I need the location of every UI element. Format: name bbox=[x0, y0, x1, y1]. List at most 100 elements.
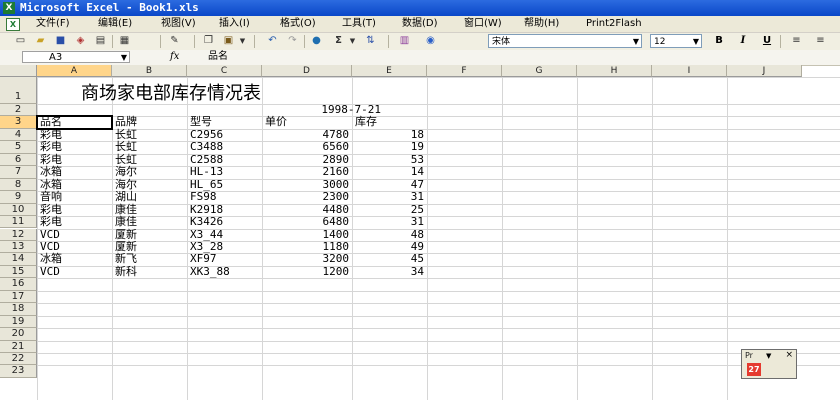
menu-help[interactable]: 帮助(H) bbox=[524, 16, 559, 32]
row-header[interactable]: 9 bbox=[0, 191, 37, 204]
data-cell[interactable]: 19 bbox=[355, 140, 424, 153]
menu-data[interactable]: 数据(D) bbox=[402, 16, 438, 32]
chart-icon[interactable]: ▥ bbox=[398, 35, 411, 47]
row-header[interactable]: 17 bbox=[0, 290, 37, 304]
data-cell[interactable]: VCD bbox=[40, 265, 109, 278]
data-cell[interactable]: HL-13 bbox=[190, 165, 259, 178]
row-header[interactable]: 8 bbox=[0, 178, 37, 192]
row-header[interactable]: 7 bbox=[0, 166, 37, 179]
data-cell[interactable]: 新飞 bbox=[115, 252, 184, 265]
menu-view[interactable]: 视图(V) bbox=[161, 16, 196, 32]
menu-file[interactable]: 文件(F) bbox=[36, 16, 70, 32]
data-cell[interactable]: 音响 bbox=[40, 190, 109, 203]
data-cell[interactable]: 海尔 bbox=[115, 165, 184, 178]
column-header[interactable]: D bbox=[262, 65, 352, 77]
chevron-down-icon[interactable]: ▼ bbox=[633, 35, 639, 49]
font-name-select[interactable]: 宋体 ▼ bbox=[488, 34, 642, 48]
header-cell[interactable]: 品牌 bbox=[115, 115, 184, 128]
workbook-icon[interactable]: X bbox=[6, 18, 20, 31]
data-cell[interactable]: XK3_88 bbox=[190, 265, 259, 278]
chevron-down-icon[interactable]: ▼ bbox=[121, 52, 127, 64]
row-header[interactable]: 11 bbox=[0, 216, 37, 229]
menu-insert[interactable]: 插入(I) bbox=[219, 16, 250, 32]
row-header[interactable]: 6 bbox=[0, 153, 37, 167]
sheet-title[interactable]: 商场家电部库存情况表 bbox=[81, 79, 261, 105]
header-cell[interactable]: 型号 bbox=[190, 115, 259, 128]
italic-button[interactable]: I bbox=[736, 34, 750, 48]
menu-tools[interactable]: 工具(T) bbox=[342, 16, 376, 32]
row-header[interactable]: 15 bbox=[0, 265, 37, 279]
data-cell[interactable]: 3200 bbox=[265, 252, 350, 265]
font-size-select[interactable]: 12 ▼ bbox=[650, 34, 702, 48]
formula-input[interactable]: 品名 bbox=[208, 51, 228, 63]
copy-icon[interactable]: ❐ bbox=[202, 35, 215, 47]
redo-icon[interactable]: ↷ bbox=[286, 35, 299, 47]
permission-icon[interactable]: ◈ bbox=[74, 35, 87, 47]
new-icon[interactable]: ▭ bbox=[14, 35, 27, 47]
row-header[interactable]: 2 bbox=[0, 104, 37, 117]
row-header[interactable]: 3 bbox=[0, 116, 37, 129]
row-header[interactable]: 5 bbox=[0, 141, 37, 154]
column-header[interactable]: I bbox=[652, 65, 727, 77]
align-left-icon[interactable]: ≡ bbox=[790, 35, 803, 47]
row-header[interactable]: 13 bbox=[0, 240, 37, 254]
data-cell[interactable]: 34 bbox=[355, 265, 424, 278]
data-cell[interactable]: 长虹 bbox=[115, 140, 184, 153]
data-cell[interactable]: 6560 bbox=[265, 140, 350, 153]
row-header[interactable]: 14 bbox=[0, 253, 37, 266]
row-header[interactable]: 21 bbox=[0, 340, 37, 353]
chevron-down-icon[interactable]: ▼ bbox=[766, 351, 771, 361]
row-header[interactable]: 16 bbox=[0, 278, 37, 291]
row-header[interactable]: 18 bbox=[0, 303, 37, 316]
data-cell[interactable]: 康佳 bbox=[115, 215, 184, 228]
menu-print2flash[interactable]: Print2Flash bbox=[586, 16, 642, 32]
active-cell-cursor[interactable] bbox=[36, 115, 113, 130]
data-cell[interactable]: 彩电 bbox=[40, 215, 109, 228]
bold-button[interactable]: B bbox=[712, 34, 726, 48]
row-header[interactable]: 22 bbox=[0, 353, 37, 366]
select-all-corner[interactable] bbox=[0, 65, 37, 77]
row-header[interactable]: 12 bbox=[0, 228, 37, 241]
data-cell[interactable]: 1200 bbox=[265, 265, 350, 278]
autosum-icon[interactable]: Σ bbox=[332, 35, 345, 47]
column-header[interactable]: H bbox=[577, 65, 652, 77]
column-header[interactable]: F bbox=[427, 65, 502, 77]
help-icon[interactable]: ◉ bbox=[424, 35, 437, 47]
row-header[interactable]: 10 bbox=[0, 203, 37, 217]
data-cell[interactable]: 6480 bbox=[265, 215, 350, 228]
save-icon[interactable]: ■ bbox=[54, 35, 67, 47]
undo-icon[interactable]: ↶ bbox=[266, 35, 279, 47]
row-header[interactable]: 19 bbox=[0, 315, 37, 329]
data-cell[interactable]: 冰箱 bbox=[40, 252, 109, 265]
chevron-down-icon[interactable]: ▼ bbox=[236, 35, 249, 47]
data-cell[interactable]: K3426 bbox=[190, 215, 259, 228]
data-cell[interactable]: 2160 bbox=[265, 165, 350, 178]
data-cell[interactable]: 45 bbox=[355, 252, 424, 265]
data-cell[interactable]: 14 bbox=[355, 165, 424, 178]
column-header[interactable]: C bbox=[187, 65, 262, 77]
research-icon[interactable]: ✎ bbox=[168, 35, 181, 47]
column-header[interactable]: E bbox=[352, 65, 427, 77]
data-cell[interactable]: 新科 bbox=[115, 265, 184, 278]
cell-area[interactable]: 商场家电部库存情况表 1998-7-21 品名 品牌 型号 单价 库存 彩电 长虹 C2956 47… bbox=[36, 77, 840, 400]
menu-window[interactable]: 窗口(W) bbox=[464, 16, 502, 32]
column-header[interactable]: J bbox=[727, 65, 802, 77]
row-header[interactable]: 4 bbox=[0, 128, 37, 142]
row-header[interactable]: 23 bbox=[0, 365, 37, 378]
open-icon[interactable]: ▰ bbox=[34, 35, 47, 47]
close-icon[interactable]: × bbox=[785, 350, 793, 360]
hyperlink-icon[interactable]: ● bbox=[310, 35, 323, 47]
print-icon[interactable]: ▦ bbox=[118, 35, 131, 47]
print2flash-button[interactable]: 27 bbox=[747, 363, 761, 376]
align-center-icon[interactable]: ≡ bbox=[814, 35, 827, 47]
data-cell[interactable]: 31 bbox=[355, 190, 424, 203]
data-cell[interactable]: FS98 bbox=[190, 190, 259, 203]
row-header[interactable]: 1 bbox=[0, 77, 37, 104]
paste-icon[interactable]: ▣ bbox=[222, 35, 235, 47]
chevron-down-icon[interactable]: ▼ bbox=[693, 35, 699, 49]
menu-format[interactable]: 格式(O) bbox=[280, 16, 316, 32]
row-header[interactable]: 20 bbox=[0, 328, 37, 341]
print-preview-icon[interactable]: ▤ bbox=[94, 35, 107, 47]
data-cell[interactable]: 彩电 bbox=[40, 140, 109, 153]
column-header[interactable]: B bbox=[112, 65, 187, 77]
